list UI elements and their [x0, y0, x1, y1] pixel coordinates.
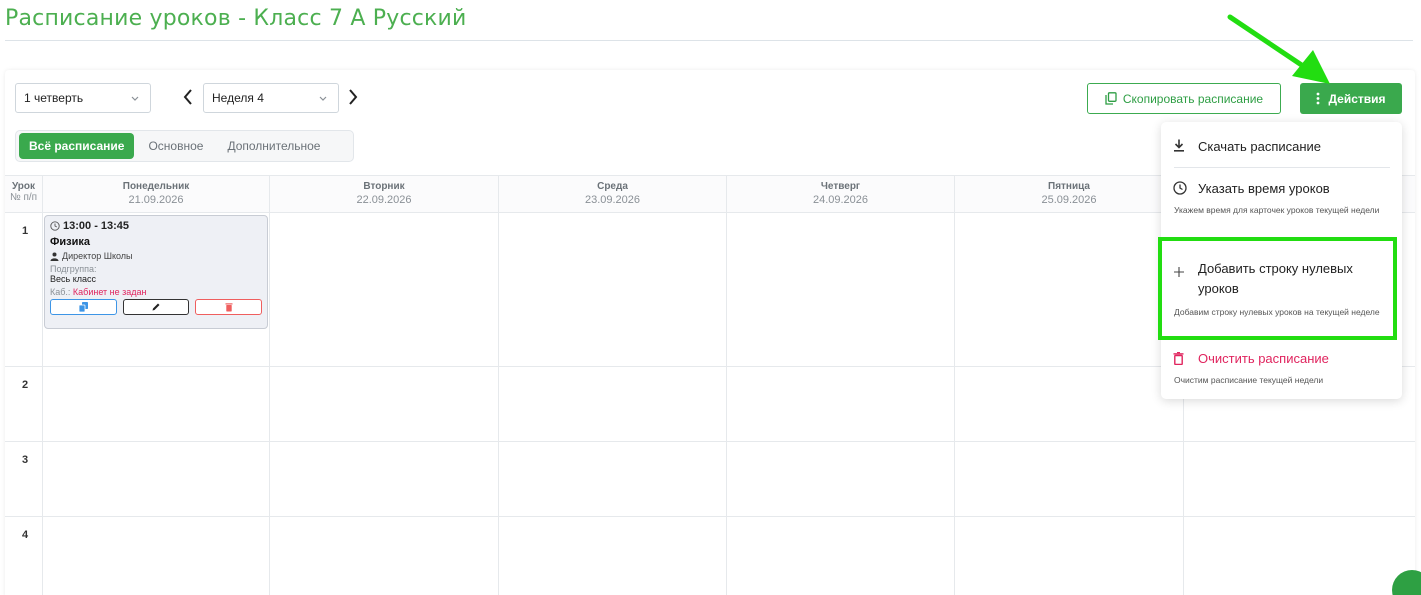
grid-cell[interactable] [270, 367, 499, 442]
day-date: 24.09.2026 [812, 194, 869, 206]
copy-lesson-button[interactable] [50, 299, 117, 315]
grid-cell [5, 517, 43, 595]
grid-cell [5, 213, 43, 367]
lesson-subject: Физика [50, 236, 91, 248]
grid-row: 3 [5, 442, 1415, 517]
day-date: 25.09.2026 [1041, 194, 1097, 206]
next-week-icon[interactable] [344, 86, 362, 108]
prev-week-icon[interactable] [179, 86, 197, 108]
grid-cell[interactable] [499, 213, 727, 367]
grid-cell[interactable] [499, 367, 727, 442]
delete-lesson-button[interactable] [195, 299, 263, 315]
lesson-teacher-name: Директор Школы [62, 251, 133, 261]
actions-button[interactable]: Действия [1300, 83, 1402, 114]
subgroup-label: Подгруппа: [50, 264, 97, 274]
copy-schedule-label: Скопировать расписание [1122, 91, 1264, 106]
copy-icon [1105, 92, 1117, 105]
actions-label: Действия [1328, 91, 1386, 106]
day-date: 21.09.2026 [128, 194, 184, 206]
day-date: 22.09.2026 [356, 194, 412, 206]
page-title: Расписание уроков - Класс 7 А Русский [5, 6, 467, 31]
header-day-wednesday: Среда 23.09.2026 [499, 176, 727, 214]
menu-set-time-desc: Укажем время для карточек уроков текущей… [1174, 205, 1380, 215]
room-value: Кабинет не задан [72, 287, 147, 297]
grid-cell[interactable] [727, 517, 955, 595]
menu-download-label: Скачать расписание [1198, 139, 1322, 154]
download-icon [1174, 139, 1184, 152]
lesson-room: Каб.: Кабинет не задан [50, 287, 262, 297]
menu-divider [1174, 167, 1390, 168]
user-icon [50, 252, 59, 261]
copy-icon [78, 302, 88, 312]
menu-clear-label: Очистить расписание [1198, 351, 1329, 366]
grid-cell[interactable] [270, 517, 499, 595]
title-divider [5, 40, 1413, 41]
lesson-card[interactable]: 13:00 - 13:45 Физика Директор Школы Подг… [44, 215, 268, 329]
trash-icon [225, 303, 233, 312]
grid-cell[interactable] [499, 442, 727, 517]
quarter-select-value: 1 четверть [24, 91, 84, 105]
header-day-monday: Понедельник 21.09.2026 [43, 176, 270, 214]
grid-cell [5, 367, 43, 442]
week-select-value: Неделя 4 [212, 91, 264, 105]
trash-icon [1173, 352, 1184, 365]
tab-additional[interactable]: Дополнительное [217, 133, 330, 159]
day-name: Среда [597, 181, 628, 192]
grid-cell[interactable] [43, 442, 270, 517]
menu-item-set-time[interactable]: Указать время уроков Укажем время для ка… [1161, 174, 1402, 234]
grid-cell [5, 442, 43, 517]
week-select[interactable]: Неделя 4 [203, 83, 339, 113]
chevron-down-icon [319, 96, 327, 101]
copy-schedule-button[interactable]: Скопировать расписание [1087, 83, 1281, 114]
day-name: Понедельник [122, 181, 190, 192]
edit-lesson-button[interactable] [122, 299, 190, 315]
menu-item-clear[interactable]: Очистить расписание Очистим расписание т… [1161, 347, 1402, 397]
grid-cell[interactable] [955, 517, 1184, 595]
menu-clear-desc: Очистим расписание текущей недели [1174, 375, 1324, 385]
day-name: Четверг [820, 181, 861, 192]
tab-main[interactable]: Основное [138, 133, 213, 159]
grid-cell[interactable] [727, 367, 955, 442]
grid-cell[interactable] [270, 442, 499, 517]
tab-all[interactable]: Всё расписание [19, 133, 135, 159]
lesson-time: 13:00 - 13:45 [50, 220, 262, 232]
room-label: Каб.: [50, 287, 71, 297]
grid-row: 4 [5, 517, 1415, 595]
lesson-header: Урок [11, 181, 36, 192]
header-day-tuesday: Вторник 22.09.2026 [270, 176, 499, 214]
grid-cell[interactable] [270, 213, 499, 367]
lesson-teacher: Директор Школы [50, 251, 262, 261]
grid-cell[interactable] [43, 367, 270, 442]
grid-cell[interactable] [43, 517, 270, 595]
chevron-down-icon [131, 96, 139, 101]
highlight-box [1158, 237, 1397, 340]
header-day-thursday: Четверг 24.09.2026 [727, 176, 955, 214]
schedule-tabs: Всё расписание Основное Дополнительное [15, 130, 354, 162]
grid-cell[interactable] [499, 517, 727, 595]
subgroup-value: Весь класс [50, 274, 96, 284]
grid-cell[interactable] [727, 213, 955, 367]
quarter-select[interactable]: 1 четверть [15, 83, 151, 113]
grid-cell[interactable] [955, 442, 1184, 517]
clock-icon [1173, 181, 1187, 195]
day-date: 23.09.2026 [584, 194, 641, 206]
header-lesson-number: Урок № п/п [5, 176, 43, 214]
lesson-actions [50, 299, 263, 315]
grid-cell[interactable] [727, 442, 955, 517]
number-header: № п/п [9, 192, 38, 203]
lesson-time-text: 13:00 - 13:45 [63, 220, 130, 232]
kebab-icon [1317, 92, 1320, 105]
grid-cell[interactable] [955, 367, 1184, 442]
day-name: Вторник [363, 181, 405, 192]
grid-cell[interactable] [955, 213, 1184, 367]
menu-set-time-label: Указать время уроков [1198, 181, 1330, 196]
pencil-icon [152, 303, 160, 311]
clock-icon [50, 221, 60, 231]
menu-item-download[interactable]: Скачать расписание [1161, 122, 1402, 168]
day-name: Пятница [1048, 181, 1090, 192]
header-day-friday: Пятница 25.09.2026 [955, 176, 1184, 214]
